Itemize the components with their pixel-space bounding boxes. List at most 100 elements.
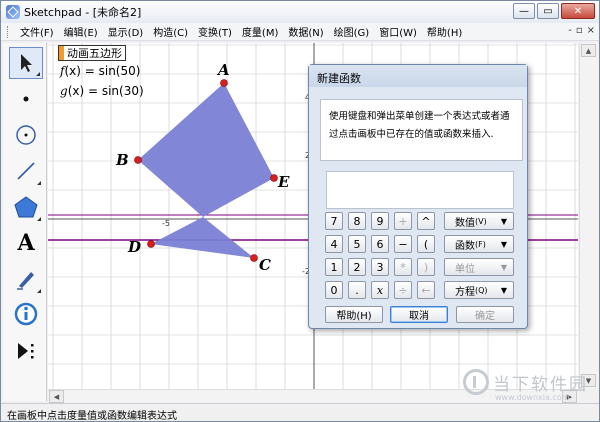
key-6[interactable]: 6	[371, 235, 389, 253]
menu-number[interactable]: 数据(N)	[283, 24, 328, 39]
tool-submenu-indicator	[36, 72, 40, 76]
functions-menu-button[interactable]: 函数 (F) ▼	[444, 235, 514, 253]
vertical-scrollbar[interactable]: ▲ ▼	[579, 43, 598, 389]
equation-menu-hotkey: (Q)	[475, 285, 488, 295]
point-icon	[23, 96, 29, 102]
marker-pen-icon	[17, 272, 34, 290]
menu-construct[interactable]: 构造(C)	[148, 24, 193, 39]
title-bar: Sketchpad - [未命名2] — ▭ ✕	[1, 1, 599, 23]
animate-pentagon-label: 动画五边形	[67, 47, 122, 60]
menu-graph[interactable]: 绘图(G)	[329, 24, 375, 39]
dropdown-arrow-icon: ▼	[500, 262, 507, 272]
tool-submenu-indicator	[37, 217, 41, 221]
key-7[interactable]: 7	[325, 212, 343, 230]
animate-pentagon-button[interactable]: 动画五边形	[58, 45, 126, 61]
equation-menu-label: 方程	[455, 286, 475, 298]
status-bar: 在画板中点击度量值或函数编辑表达式	[1, 403, 599, 422]
pentagon-icon	[14, 196, 38, 218]
key-x[interactable]: x	[371, 281, 389, 299]
scroll-left-arrow-icon[interactable]: ◀	[49, 390, 64, 403]
text-tool[interactable]: A	[9, 227, 43, 259]
function-f-expression: (x) = sin(50)	[64, 64, 141, 78]
key-3[interactable]: 3	[371, 258, 389, 276]
function-g[interactable]: g(x) = sin(30)	[60, 84, 144, 98]
segment-icon	[17, 162, 35, 180]
vertex-c	[250, 254, 258, 262]
point-label-c[interactable]: C	[259, 256, 271, 274]
vertex-b	[134, 156, 142, 164]
information-tool[interactable]	[9, 299, 43, 331]
play-custom-icon	[18, 343, 34, 359]
app-window: Sketchpad - [未命名2] — ▭ ✕ 文件(F) 编辑(E) 显示(…	[0, 0, 600, 422]
cancel-button[interactable]: 取消	[390, 306, 448, 323]
key-9[interactable]: 9	[371, 212, 389, 230]
tool-submenu-indicator	[37, 181, 41, 185]
menu-window[interactable]: 窗口(W)	[374, 24, 422, 39]
info-icon	[14, 302, 38, 326]
polygon-tool[interactable]	[9, 191, 43, 223]
menu-help[interactable]: 帮助(H)	[422, 24, 467, 39]
straightedge-tool[interactable]	[9, 155, 43, 187]
doc-minimize-button[interactable]: -	[568, 25, 572, 36]
tool-palette: A	[3, 43, 47, 401]
key-plus[interactable]: +	[394, 212, 412, 230]
point-label-e[interactable]: E	[278, 173, 289, 191]
watermark-logo-icon	[463, 369, 489, 395]
button-grip-icon	[59, 46, 64, 60]
dropdown-arrow-icon: ▼	[500, 239, 507, 249]
values-menu-button[interactable]: 数值 (V) ▼	[444, 212, 514, 230]
expression-input[interactable]	[326, 171, 514, 209]
dropdown-arrow-icon: ▼	[500, 285, 507, 295]
vertex-e	[270, 174, 278, 182]
key-decimal[interactable]: .	[348, 281, 366, 299]
maximize-button[interactable]: ▭	[537, 3, 559, 19]
key-open-paren[interactable]: (	[417, 235, 435, 253]
key-power[interactable]: ^	[417, 212, 435, 230]
vertex-d	[147, 240, 155, 248]
units-menu-button[interactable]: 单位 ▼	[444, 258, 514, 276]
point-tool[interactable]	[9, 83, 43, 115]
key-5[interactable]: 5	[348, 235, 366, 253]
equation-menu-button[interactable]: 方程 (Q) ▼	[444, 281, 514, 299]
watermark-brand: 当下软件园	[493, 374, 588, 395]
arrow-select-tool[interactable]	[9, 47, 43, 79]
function-f[interactable]: f(x) = sin(50)	[60, 64, 140, 78]
minimize-button[interactable]: —	[513, 3, 535, 19]
point-label-b[interactable]: B	[116, 151, 129, 169]
key-4[interactable]: 4	[325, 235, 343, 253]
backspace-key[interactable]: ←	[417, 281, 435, 299]
custom-tools[interactable]	[9, 335, 43, 367]
document-controls: - ▫ ×	[568, 25, 595, 36]
key-minus[interactable]: −	[394, 235, 412, 253]
key-multiply[interactable]: *	[394, 258, 412, 276]
menu-edit[interactable]: 编辑(E)	[59, 24, 103, 39]
key-close-paren[interactable]: )	[417, 258, 435, 276]
key-0[interactable]: 0	[325, 281, 343, 299]
point-label-d[interactable]: D	[128, 238, 141, 256]
text-a-icon: A	[17, 230, 35, 256]
vertex-a	[220, 79, 228, 87]
dropdown-arrow-icon: ▼	[500, 216, 507, 226]
compass-tool[interactable]	[9, 119, 43, 151]
scroll-up-arrow-icon[interactable]: ▲	[581, 44, 596, 57]
functions-menu-hotkey: (F)	[475, 239, 486, 249]
key-2[interactable]: 2	[348, 258, 366, 276]
menu-display[interactable]: 显示(D)	[103, 24, 149, 39]
dialog-instructions: 使用键盘和弹出菜单创建一个表达式或者通 过点击画板中已存在的值或函数来插入.	[320, 99, 523, 161]
key-8[interactable]: 8	[348, 212, 366, 230]
watermark-url: www.downxia.com	[495, 393, 570, 402]
close-button[interactable]: ✕	[561, 3, 595, 19]
menu-measure[interactable]: 度量(M)	[237, 24, 283, 39]
x-tick-minus5: -5	[162, 219, 170, 228]
doc-close-button[interactable]: ×	[587, 25, 595, 36]
key-divide[interactable]: ÷	[394, 281, 412, 299]
menu-transform[interactable]: 变换(T)	[193, 24, 237, 39]
point-label-a[interactable]: A	[218, 61, 230, 79]
marker-tool[interactable]	[9, 263, 43, 295]
key-1[interactable]: 1	[325, 258, 343, 276]
menu-file[interactable]: 文件(F)	[15, 24, 59, 39]
dialog-title: 新建函数	[309, 65, 527, 87]
ok-button[interactable]: 确定	[456, 306, 514, 323]
help-button[interactable]: 帮助(H)	[325, 306, 383, 323]
doc-restore-button[interactable]: ▫	[576, 25, 583, 36]
